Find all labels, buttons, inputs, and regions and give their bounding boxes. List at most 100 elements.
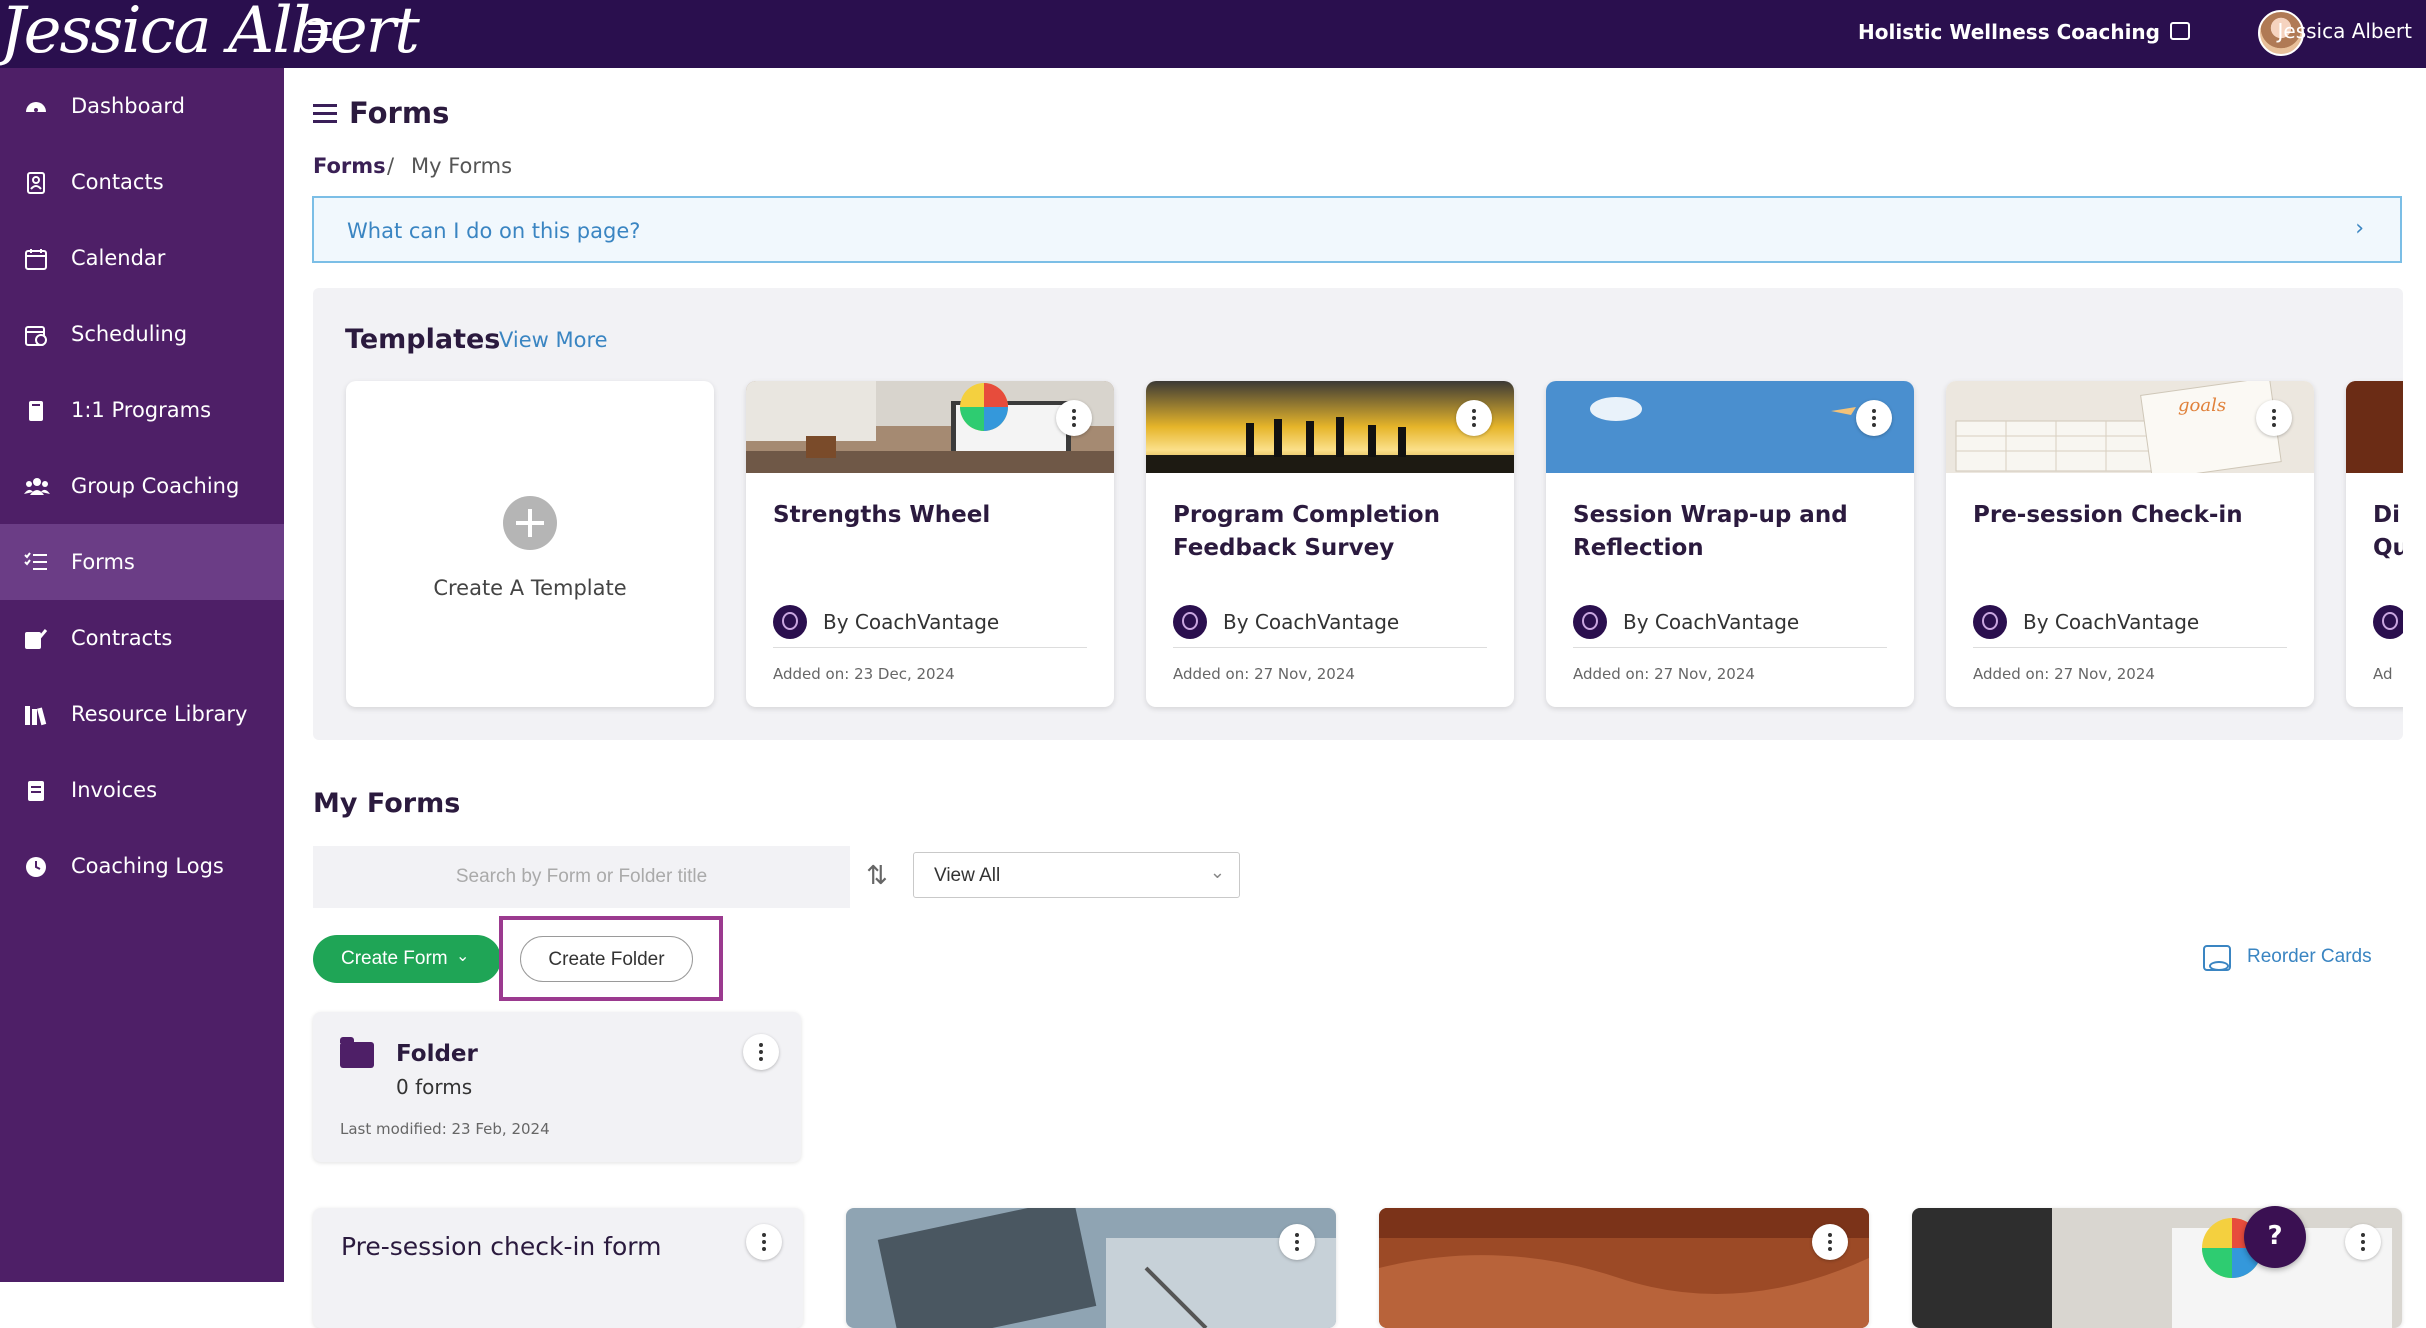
folder-menu-button[interactable]	[743, 1034, 779, 1070]
template-date: Added on: 27 Nov, 2024	[1973, 665, 2155, 683]
template-menu-button[interactable]	[1456, 400, 1492, 436]
breadcrumb-forms[interactable]: Forms	[313, 154, 386, 178]
author-avatar	[1173, 605, 1207, 639]
sidebar-item-label: Coaching Logs	[71, 854, 224, 878]
page-help-bar[interactable]: What can I do on this page? ›	[312, 196, 2402, 263]
sidebar-item-label: Forms	[71, 550, 135, 574]
user-name[interactable]: Jessica Albert	[2277, 19, 2412, 43]
sidebar-item-group-coaching[interactable]: Group Coaching	[0, 448, 284, 524]
sidebar-item-contacts[interactable]: Contacts	[0, 144, 284, 220]
sidebar-item-label: Resource Library	[71, 702, 248, 726]
create-form-button[interactable]: Create Form ⌄	[313, 935, 501, 983]
group-icon	[24, 476, 50, 498]
author-avatar	[1973, 605, 2007, 639]
template-author: By CoachVantage	[1223, 610, 1400, 634]
template-title: Di Qu	[2373, 502, 2403, 561]
folder-count: 0 forms	[396, 1075, 473, 1099]
form-card[interactable]: Pre-session check-in form	[313, 1208, 803, 1328]
top-bar: Jessica Albert Holistic Wellness Coachin…	[0, 0, 2426, 68]
view-filter-value: View All	[934, 865, 1001, 886]
sidebar-item-label: Contacts	[71, 170, 164, 194]
chevron-right-icon: ›	[2355, 216, 2364, 241]
author-avatar	[1573, 605, 1607, 639]
invoice-icon	[24, 780, 48, 802]
breadcrumb-my-forms: My Forms	[411, 154, 513, 178]
chevron-down-icon: ⌄	[1209, 862, 1225, 883]
create-form-label: Create Form	[341, 948, 448, 969]
dashboard-icon	[24, 96, 48, 118]
chevron-down-icon: ⌄	[456, 946, 470, 965]
forms-icon	[24, 552, 48, 574]
page-title: Forms	[349, 96, 450, 130]
briefcase-icon[interactable]	[2170, 22, 2190, 40]
template-title: Strengths Wheel	[773, 502, 991, 528]
business-name[interactable]: Holistic Wellness Coaching	[1858, 20, 2160, 44]
form-card[interactable]	[846, 1208, 1336, 1328]
plus-icon	[503, 496, 557, 550]
template-menu-button[interactable]	[2256, 400, 2292, 436]
form-menu-button[interactable]	[2345, 1224, 2381, 1260]
form-menu-button[interactable]	[1279, 1224, 1315, 1260]
form-menu-button[interactable]	[1812, 1224, 1848, 1260]
view-more-link[interactable]: View More	[499, 328, 608, 352]
template-title: Session Wrap-up and Reflection	[1573, 502, 1848, 561]
sidebar-item-dashboard[interactable]: Dashboard	[0, 68, 284, 144]
sort-icon[interactable]: ⇅	[862, 860, 892, 892]
create-template-card[interactable]: Create A Template	[346, 381, 714, 707]
template-author: By CoachVantage	[1623, 610, 1800, 634]
divider	[1573, 647, 1887, 648]
sidebar-item-scheduling[interactable]: Scheduling	[0, 296, 284, 372]
search-input[interactable]	[313, 846, 850, 908]
contract-icon	[24, 628, 48, 650]
sidebar-item-label: Invoices	[71, 778, 158, 802]
folder-card[interactable]: Folder 0 forms Last modified: 23 Feb, 20…	[313, 1012, 801, 1162]
template-card[interactable]: goals Pre-session Check-in By CoachVanta…	[1946, 381, 2314, 707]
form-title: Pre-session check-in form	[341, 1232, 662, 1261]
my-forms-heading: My Forms	[313, 788, 461, 819]
sidebar-item-label: Scheduling	[71, 322, 188, 346]
template-date: Added on: 27 Nov, 2024	[1573, 665, 1755, 683]
menu-toggle-icon[interactable]	[308, 22, 332, 44]
help-icon: ?	[2267, 1221, 2283, 1251]
page-help-text: What can I do on this page?	[347, 219, 641, 243]
divider	[1173, 647, 1487, 648]
sidebar-item-calendar[interactable]: Calendar	[0, 220, 284, 296]
help-button[interactable]: ?	[2244, 1206, 2306, 1268]
templates-heading: Templates	[345, 324, 501, 355]
sidebar-item-resource-library[interactable]: Resource Library	[0, 676, 284, 752]
scheduling-icon	[24, 324, 48, 346]
form-menu-button[interactable]	[746, 1224, 782, 1260]
form-image	[846, 1208, 1336, 1328]
reorder-icon[interactable]	[2203, 945, 2231, 971]
reorder-cards-link[interactable]: Reorder Cards	[2247, 946, 2372, 968]
template-card[interactable]: Strengths Wheel By CoachVantage Added on…	[746, 381, 1114, 707]
sidebar-item-label: Group Coaching	[71, 474, 240, 498]
sidebar-item-coaching-logs[interactable]: Coaching Logs	[0, 828, 284, 904]
create-template-label: Create A Template	[433, 576, 627, 600]
divider	[1973, 647, 2287, 648]
template-card[interactable]: Di Qu Ad	[2346, 381, 2403, 707]
sidebar-item-invoices[interactable]: Invoices	[0, 752, 284, 828]
sidebar-item-contracts[interactable]: Contracts	[0, 600, 284, 676]
template-card[interactable]: Session Wrap-up and Reflection By CoachV…	[1546, 381, 1914, 707]
template-date: Ad	[2373, 665, 2393, 683]
sidebar-item-label: Calendar	[71, 246, 166, 270]
template-menu-button[interactable]	[1856, 400, 1892, 436]
clock-icon	[24, 856, 48, 878]
sidebar: Dashboard Contacts Calendar Scheduling 1…	[0, 68, 284, 1282]
book-icon	[24, 400, 48, 422]
view-filter-select[interactable]: View All ⌄	[913, 852, 1240, 898]
form-card[interactable]	[1379, 1208, 1869, 1328]
sidebar-item-forms[interactable]: Forms	[0, 524, 284, 600]
template-card[interactable]: Program Completion Feedback Survey By Co…	[1146, 381, 1514, 707]
template-menu-button[interactable]	[1056, 400, 1092, 436]
contacts-icon	[24, 172, 48, 194]
form-card[interactable]	[1912, 1208, 2402, 1328]
sidebar-item-label: Contracts	[71, 626, 173, 650]
template-author: By CoachVantage	[2023, 610, 2200, 634]
folder-name: Folder	[396, 1041, 478, 1067]
sidebar-item-programs[interactable]: 1:1 Programs	[0, 372, 284, 448]
form-image	[1912, 1208, 2402, 1328]
author-avatar	[2373, 605, 2403, 639]
create-folder-button[interactable]: Create Folder	[520, 936, 693, 982]
